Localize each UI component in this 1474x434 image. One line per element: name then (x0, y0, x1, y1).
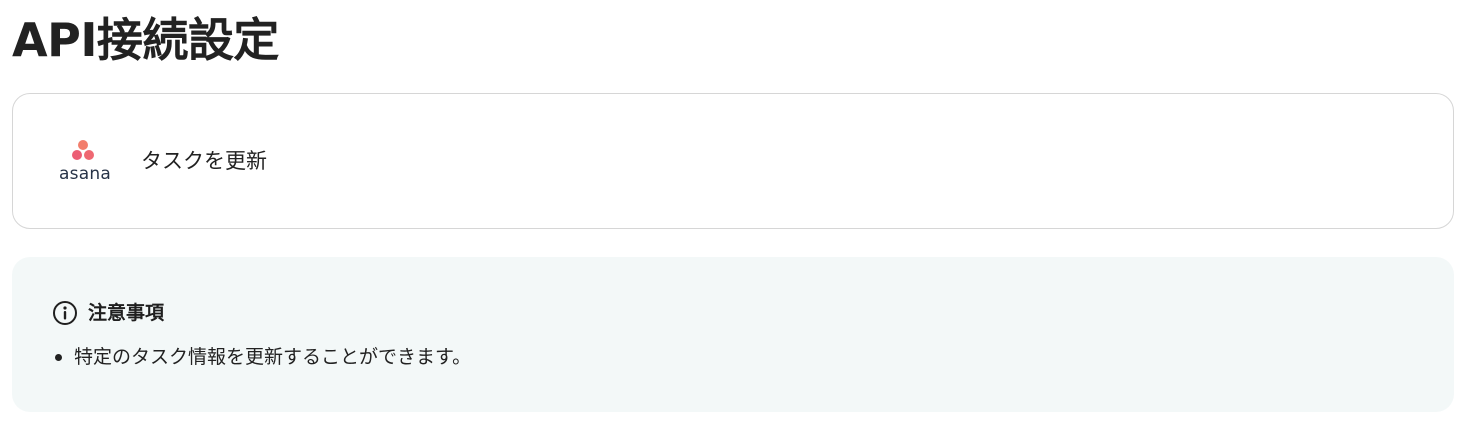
asana-update-task-action-card[interactable]: asana タスクを更新 (12, 93, 1454, 229)
notice-list: 特定のタスク情報を更新することができます。 (52, 343, 471, 371)
page-title: API接続設定 (12, 13, 279, 67)
asana-dot-top (78, 140, 88, 150)
notice-item: 特定のタスク情報を更新することができます。 (52, 343, 471, 371)
info-icon (53, 301, 77, 325)
asana-logo: asana (53, 138, 117, 184)
notice-title: 注意事項 (88, 302, 165, 324)
notice-header: 注意事項 (52, 299, 164, 327)
asana-logo-icon (71, 140, 97, 164)
asana-dot-right (84, 150, 94, 160)
asana-dot-left (72, 150, 82, 160)
bullet-icon (55, 353, 62, 361)
api-connection-settings-page: API接続設定 asana タスクを更新 注意事項 特定のタスク情報を更新するこ… (0, 0, 1474, 434)
notice-item-text: 特定のタスク情報を更新することができます。 (74, 346, 472, 368)
notice-box: 注意事項 特定のタスク情報を更新することができます。 (12, 257, 1454, 412)
asana-wordmark: asana (59, 164, 111, 184)
action-label: タスクを更新 (141, 149, 267, 173)
